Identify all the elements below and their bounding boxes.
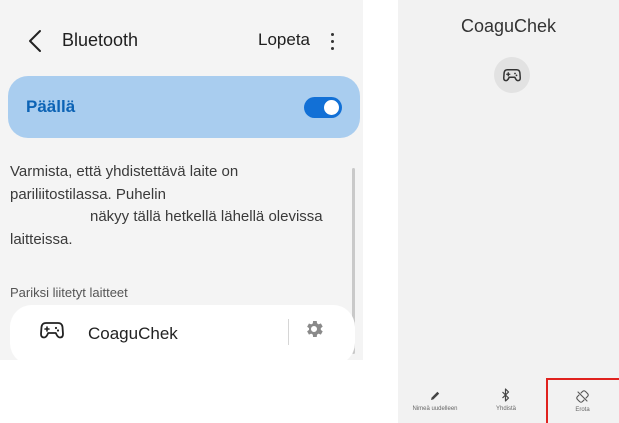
page-title: Bluetooth (62, 30, 139, 50)
rename-button[interactable]: Nimeä uudelleen (400, 376, 470, 423)
description-line: Varmista, että yhdistettävä laite on (10, 163, 239, 180)
paired-devices-heading: Pariksi liitetyt laitteet (10, 285, 128, 300)
description-line: näkyy tällä hetkellä lähellä olevissa (90, 208, 323, 226)
highlight-box (546, 378, 619, 423)
gear-icon[interactable] (303, 318, 325, 340)
device-details-panel: CoaguChek Nimeä uudelleen Yhdistä Erota (398, 0, 619, 423)
bluetooth-icon (502, 388, 510, 402)
device-title: CoaguChek (460, 16, 557, 36)
gamepad-icon (40, 322, 64, 339)
bluetooth-settings-panel: Bluetooth Lopeta Päällä Varmista, että y… (0, 0, 363, 360)
switch-knob (324, 100, 339, 115)
more-vertical-icon (330, 32, 334, 36)
divider (288, 319, 289, 345)
bluetooth-toggle-row[interactable]: Päällä (8, 76, 360, 138)
toggle-label: Päällä (26, 97, 76, 116)
connect-button[interactable]: Yhdistä (480, 376, 532, 423)
device-icon-badge (494, 57, 530, 93)
chevron-left-icon (29, 30, 41, 52)
description-line: pariliitostilassa. Puhelin (10, 185, 166, 203)
pencil-icon (431, 391, 440, 400)
gamepad-icon (503, 69, 521, 82)
connect-label: Yhdistä (495, 406, 516, 412)
pairing-description: Varmista, että yhdistettävä laite on par… (10, 161, 345, 251)
description-line: laitteissa. (10, 230, 73, 248)
paired-device-item[interactable]: CoaguChek (10, 305, 355, 360)
bluetooth-switch[interactable] (304, 97, 342, 118)
stop-button[interactable]: Lopeta (258, 30, 310, 50)
more-options-button[interactable] (322, 26, 342, 56)
back-button[interactable] (22, 24, 48, 58)
device-name: CoaguChek (88, 324, 178, 343)
app-header: Bluetooth Lopeta (0, 0, 363, 80)
rename-label: Nimeä uudelleen (412, 406, 458, 412)
